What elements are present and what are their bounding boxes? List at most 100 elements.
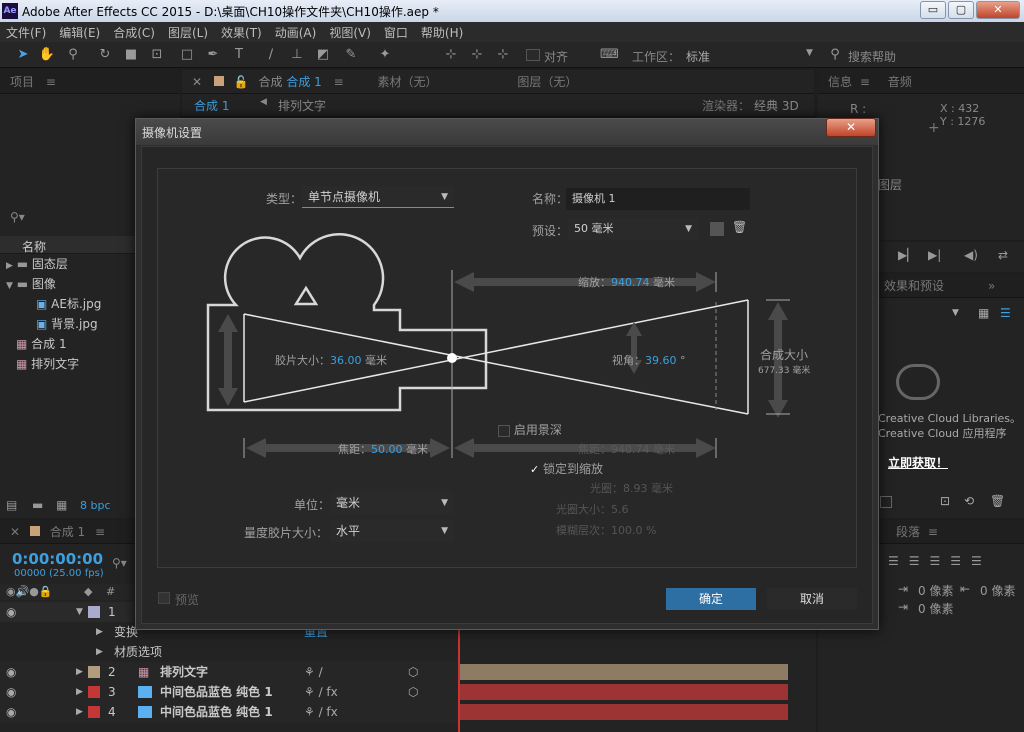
visibility-column-icon[interactable]: ◉🔊●🔒 [6, 585, 53, 598]
eye-icon[interactable]: ◉ [6, 682, 16, 702]
expand-icon[interactable]: ▶ [76, 682, 83, 702]
zoom-tool-icon[interactable]: ⚲ [64, 46, 82, 64]
switches-icon[interactable]: ⚘ ∕ fx [304, 702, 338, 722]
dialog-close-button[interactable]: ✕ [826, 118, 876, 137]
expand-icon[interactable]: ▶ [6, 261, 13, 271]
focal-length-value[interactable]: 50.00 [371, 443, 403, 456]
menu-file[interactable]: 文件(F) [0, 22, 53, 41]
local-axis-icon[interactable]: ⊹ [442, 46, 460, 64]
eye-icon[interactable]: ◉ [6, 662, 16, 682]
menu-composition[interactable]: 合成(C) [107, 22, 162, 41]
menu-effect[interactable]: 效果(T) [215, 22, 269, 41]
rectangle-tool-icon[interactable]: □ [178, 46, 196, 64]
close-tab-icon[interactable]: ✕ [192, 75, 202, 89]
ok-button[interactable]: 确定 [666, 588, 756, 610]
puppet-pin-tool-icon[interactable]: ✦ [376, 46, 394, 64]
timeline-tab[interactable]: 合成 1 [50, 525, 85, 539]
3d-layer-icon[interactable]: ⬡ [408, 682, 418, 702]
new-folder-icon[interactable]: ▬ [32, 498, 43, 512]
menu-animation[interactable]: 动画(A) [269, 22, 324, 41]
layer-label-color[interactable] [88, 706, 100, 718]
3d-layer-icon[interactable]: ⬡ [408, 662, 418, 682]
library-icon[interactable]: ⊡ [940, 494, 950, 508]
tab-composition-label[interactable]: 合成 [259, 75, 283, 89]
tab-layer[interactable]: 图层（无） [517, 75, 577, 89]
menu-layer[interactable]: 图层(L) [162, 22, 215, 41]
lock-zoom-checkbox[interactable]: ✓ [530, 463, 539, 476]
menu-help[interactable]: 帮助(H) [415, 22, 470, 41]
bit-depth-button[interactable]: 8 bpc [80, 499, 111, 512]
breadcrumb-comp1[interactable]: 合成 1 [194, 97, 229, 114]
preview-checkbox[interactable] [158, 592, 170, 604]
angle-value[interactable]: 39.60 [645, 354, 677, 367]
timeline-search-icon[interactable]: ⚲▾ [112, 556, 127, 570]
selection-tool-icon[interactable]: ➤ [14, 46, 32, 64]
maximize-button[interactable]: ▢ [948, 1, 974, 19]
sync-icon[interactable]: ⟲ [964, 494, 974, 508]
play-icon[interactable]: ▶▏ [898, 248, 916, 262]
tab-composition-active[interactable]: 合成 1 [286, 75, 321, 89]
switches-icon[interactable]: ⚘ ∕ fx [304, 682, 338, 702]
expand-icon[interactable]: ▶ [96, 642, 103, 662]
property-material[interactable]: 材质选项 [114, 642, 162, 662]
search-help-input[interactable]: 搜索帮助 [848, 48, 896, 65]
paragraph-panel-title[interactable]: 段落 [896, 525, 920, 539]
effects-panel-title[interactable]: 效果和预设 [884, 279, 944, 293]
tab-menu-icon[interactable]: ≡ [334, 75, 344, 89]
grid-view-icon[interactable]: ▦ [978, 306, 989, 320]
panel-menu-icon[interactable]: ≡ [95, 525, 105, 539]
clone-stamp-tool-icon[interactable]: ⊥ [288, 46, 306, 64]
expand-icon[interactable]: ▶ [76, 662, 83, 682]
dof-checkbox[interactable] [498, 424, 510, 437]
indent-left-value[interactable]: 0 像素 [918, 582, 953, 599]
film-size-value[interactable]: 36.00 [330, 354, 362, 367]
panel-menu-icon[interactable]: ≡ [860, 75, 870, 89]
expand-icon[interactable]: ▼ [6, 281, 13, 291]
pen-tool-icon[interactable]: ✒ [204, 46, 222, 64]
trash-icon[interactable]: 🗑 [990, 494, 1005, 508]
timecode-display[interactable]: 0:00:00:00 [12, 550, 103, 568]
panel-menu-icon[interactable]: ≡ [46, 75, 56, 89]
layer-bar[interactable] [460, 664, 788, 680]
close-tab-icon[interactable]: ✕ [10, 525, 20, 539]
view-axis-icon[interactable]: ⊹ [494, 46, 512, 64]
layer-bar[interactable] [460, 704, 788, 720]
expand-icon[interactable]: ▶ [76, 702, 83, 722]
renderer-value[interactable]: 经典 3D [754, 97, 799, 114]
minimize-button[interactable]: ▭ [920, 1, 946, 19]
menu-edit[interactable]: 编辑(E) [53, 22, 107, 41]
interpret-footage-icon[interactable]: ▤ [6, 498, 17, 512]
expand-icon[interactable]: ▶ [96, 622, 103, 642]
cc-get-now-link[interactable]: 立即获取！ [888, 454, 948, 471]
list-view-icon[interactable]: ☰ [1000, 306, 1011, 320]
align-buttons[interactable]: ☰☰☰☰☰ [888, 554, 992, 568]
tab-audio[interactable]: 音频 [888, 75, 912, 89]
measure-film-select[interactable]: 水平 ▼ [330, 520, 454, 542]
preset-select[interactable]: 50 毫米 ▼ [568, 218, 698, 240]
delete-preset-icon[interactable]: 🗑 [732, 220, 747, 234]
eye-icon[interactable]: ◉ [6, 602, 16, 622]
audio-icon[interactable]: ◀) [964, 248, 978, 262]
expand-panel-icon[interactable]: » [988, 279, 995, 293]
camera-type-select[interactable]: 单节点摄像机 ▼ [302, 186, 454, 208]
indent-right-value[interactable]: 0 像素 [980, 582, 1015, 599]
keyboard-icon[interactable]: ⌨ [600, 46, 619, 64]
layer-row[interactable]: ◉ ▶ 4 中间色品蓝色 纯色 1 ⚘ ∕ fx [0, 702, 458, 722]
type-tool-icon[interactable]: T [230, 46, 248, 64]
eye-icon[interactable]: ◉ [6, 702, 16, 722]
property-row[interactable]: ▶ 材质选项 [0, 642, 458, 662]
indent-first-value[interactable]: 0 像素 [918, 600, 953, 617]
label-column-icon[interactable]: ◆ [84, 585, 92, 598]
layer-name[interactable]: 中间色品蓝色 纯色 1 [160, 702, 273, 722]
breadcrumb-comp2[interactable]: 排列文字 [278, 97, 326, 114]
project-search-icon[interactable]: ⚲▾ [10, 210, 25, 224]
brush-tool-icon[interactable]: ∕ [262, 46, 280, 64]
pan-behind-tool-icon[interactable]: ⊡ [148, 46, 166, 64]
menu-window[interactable]: 窗口 [378, 22, 415, 41]
tab-footage[interactable]: 素材（无） [378, 75, 438, 89]
collapse-icon[interactable]: ▼ [76, 602, 83, 622]
switches-icon[interactable]: ⚘ ∕ [304, 662, 323, 682]
layer-name[interactable]: 排列文字 [160, 662, 208, 682]
layer-row[interactable]: ◉ ▶ 2 ▦ 排列文字 ⚘ ∕ ⬡ [0, 662, 458, 682]
close-window-button[interactable]: ✕ [976, 1, 1020, 19]
